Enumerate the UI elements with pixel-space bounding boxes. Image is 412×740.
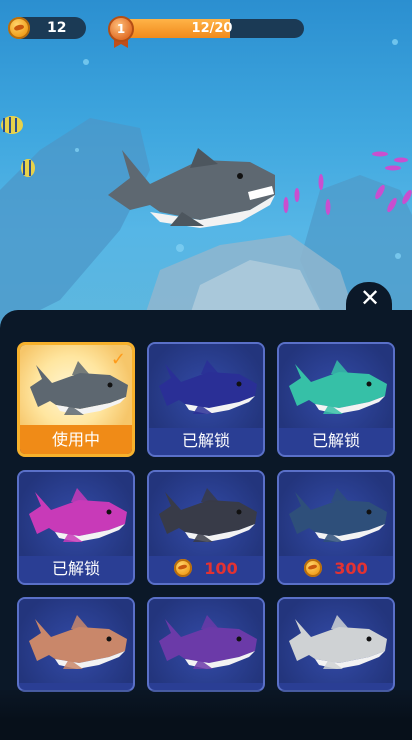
pig-shark-icon (29, 615, 127, 669)
shop-card-blue-shark[interactable]: 已解锁 (147, 342, 265, 457)
card-art (149, 344, 263, 428)
teal-shark-icon (289, 360, 387, 414)
shop-card-skeleton-shark[interactable] (277, 597, 395, 692)
skeleton-shark-icon (289, 615, 387, 669)
player-shark (108, 148, 275, 228)
rocket-shark-icon (159, 488, 257, 542)
shop-card-pig-shark[interactable] (17, 597, 135, 692)
card-art (279, 599, 393, 683)
shop-card-pink-shark[interactable]: 已解锁 (17, 470, 135, 585)
shop-card-hammerhead-shark[interactable]: 300 (277, 470, 395, 585)
blue-shark-icon (159, 360, 257, 414)
price-tag: 300 (279, 554, 393, 583)
sawfish-shark-icon (159, 615, 257, 669)
shop-card-rocket-shark[interactable]: 100 (147, 470, 265, 585)
pink-shark-icon (29, 488, 127, 542)
close-icon[interactable]: ✕ (355, 283, 385, 313)
coin-count: 12 (47, 20, 67, 36)
card-status-label: 已解锁 (51, 559, 100, 578)
shop-card-great-white-shark[interactable]: 使用中 ✓ (17, 342, 135, 457)
card-status-label: 已解锁 (181, 431, 230, 450)
coin-icon (8, 17, 30, 39)
hammerhead-shark-icon (289, 488, 387, 542)
price-value: 300 (334, 559, 368, 578)
card-art (279, 472, 393, 556)
card-art (19, 472, 133, 556)
bottom-fade (0, 690, 412, 740)
card-status-label: 已解锁 (311, 431, 360, 450)
card-art (149, 472, 263, 556)
card-art (19, 599, 133, 683)
checkmark-icon: ✓ (110, 349, 126, 370)
shop-card-teal-shark[interactable]: 已解锁 (277, 342, 395, 457)
price-tag: 100 (149, 554, 263, 583)
card-art (149, 599, 263, 683)
medal-icon: 1 (108, 16, 134, 42)
game-scene (0, 0, 412, 330)
card-art (279, 344, 393, 428)
coin-icon (174, 559, 193, 577)
coin-icon (304, 559, 323, 577)
shop-card-sawfish-shark[interactable] (147, 597, 265, 692)
card-status-label: 使用中 (20, 425, 132, 454)
level-progress-text: 12/20 (191, 21, 233, 36)
price-value: 100 (204, 559, 238, 578)
